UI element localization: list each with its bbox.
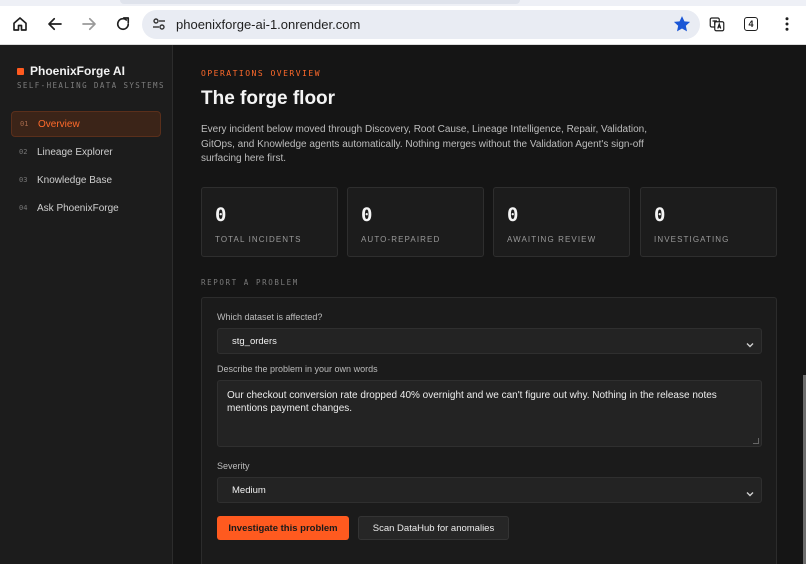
sidebar-item-overview[interactable]: 01 Overview (11, 111, 161, 137)
stat-card-awaiting-review: 0 AWAITING REVIEW (493, 187, 630, 257)
stat-value: 0 (507, 204, 519, 226)
problem-description-text: Our checkout conversion rate dropped 40%… (227, 390, 717, 414)
stat-value: 0 (361, 204, 373, 226)
stat-label: AUTO-REPAIRED (361, 235, 441, 244)
more-menu-icon[interactable] (775, 12, 799, 36)
tab-strip (0, 0, 806, 6)
severity-select[interactable]: Medium (217, 477, 762, 503)
stat-card-investigating: 0 INVESTIGATING (640, 187, 777, 257)
address-bar[interactable]: phoenixforge-ai-1.onrender.com (142, 10, 700, 39)
sidebar-item-knowledge-base[interactable]: 03 Knowledge Base (11, 167, 161, 193)
dataset-label: Which dataset is affected? (217, 312, 323, 322)
sidebar-item-lineage-explorer[interactable]: 02 Lineage Explorer (11, 139, 161, 165)
stat-label: AWAITING REVIEW (507, 235, 597, 244)
chevron-down-icon (745, 486, 755, 497)
sidebar: PhoenixForge AI SELF-HEALING DATA SYSTEM… (0, 45, 173, 564)
problem-description-input[interactable]: Our checkout conversion rate dropped 40%… (217, 380, 762, 447)
stat-label: INVESTIGATING (654, 235, 730, 244)
reload-icon[interactable] (111, 12, 135, 36)
browser-toolbar: phoenixforge-ai-1.onrender.com 4 (0, 0, 806, 45)
sidebar-item-ask-phoenixforge[interactable]: 04 Ask PhoenixForge (11, 195, 161, 221)
sidebar-item-number: 03 (19, 176, 28, 184)
forward-icon[interactable] (77, 12, 101, 36)
translate-icon[interactable] (705, 12, 729, 36)
brand[interactable]: PhoenixForge AI (17, 64, 125, 78)
section-eyebrow: OPERATIONS OVERVIEW (201, 69, 322, 78)
brand-name: PhoenixForge AI (30, 64, 125, 78)
bookmark-star-icon[interactable] (672, 14, 692, 34)
problem-description-label: Describe the problem in your own words (217, 364, 378, 374)
sidebar-item-label: Knowledge Base (37, 174, 113, 186)
sidebar-item-number: 01 (20, 120, 29, 128)
tab-switcher-icon[interactable]: 4 (744, 17, 758, 31)
main-content: OPERATIONS OVERVIEW The forge floor Ever… (174, 45, 806, 564)
dataset-select[interactable]: stg_orders (217, 328, 762, 354)
stat-card-auto-repaired: 0 AUTO-REPAIRED (347, 187, 484, 257)
resize-handle-icon[interactable] (753, 438, 759, 444)
severity-label: Severity (217, 461, 250, 471)
report-problem-form: Which dataset is affected? stg_orders De… (201, 297, 777, 564)
home-icon[interactable] (8, 12, 32, 36)
sidebar-item-label: Overview (38, 118, 80, 130)
severity-select-value: Medium (232, 485, 266, 496)
sidebar-item-label: Ask PhoenixForge (37, 202, 119, 214)
back-icon[interactable] (43, 12, 67, 36)
stat-value: 0 (215, 204, 227, 226)
stat-card-total-incidents: 0 TOTAL INCIDENTS (201, 187, 338, 257)
stat-value: 0 (654, 204, 666, 226)
sidebar-item-label: Lineage Explorer (37, 146, 113, 158)
dataset-select-value: stg_orders (232, 336, 277, 347)
page-title: The forge floor (201, 88, 336, 109)
intro-text: Every incident below moved through Disco… (201, 124, 647, 164)
investigate-button[interactable]: Investigate this problem (217, 516, 349, 540)
chevron-down-icon (745, 337, 755, 348)
url-text[interactable]: phoenixforge-ai-1.onrender.com (176, 17, 360, 32)
site-settings-icon[interactable] (151, 16, 167, 32)
report-section-label: REPORT A PROBLEM (201, 278, 299, 287)
scan-datahub-button[interactable]: Scan DataHub for anomalies (358, 516, 509, 540)
sidebar-item-number: 04 (19, 204, 28, 212)
sidebar-item-number: 02 (19, 148, 28, 156)
brand-tagline: SELF-HEALING DATA SYSTEMS (17, 81, 165, 90)
brand-logo-icon (17, 67, 24, 75)
stat-label: TOTAL INCIDENTS (215, 235, 302, 244)
